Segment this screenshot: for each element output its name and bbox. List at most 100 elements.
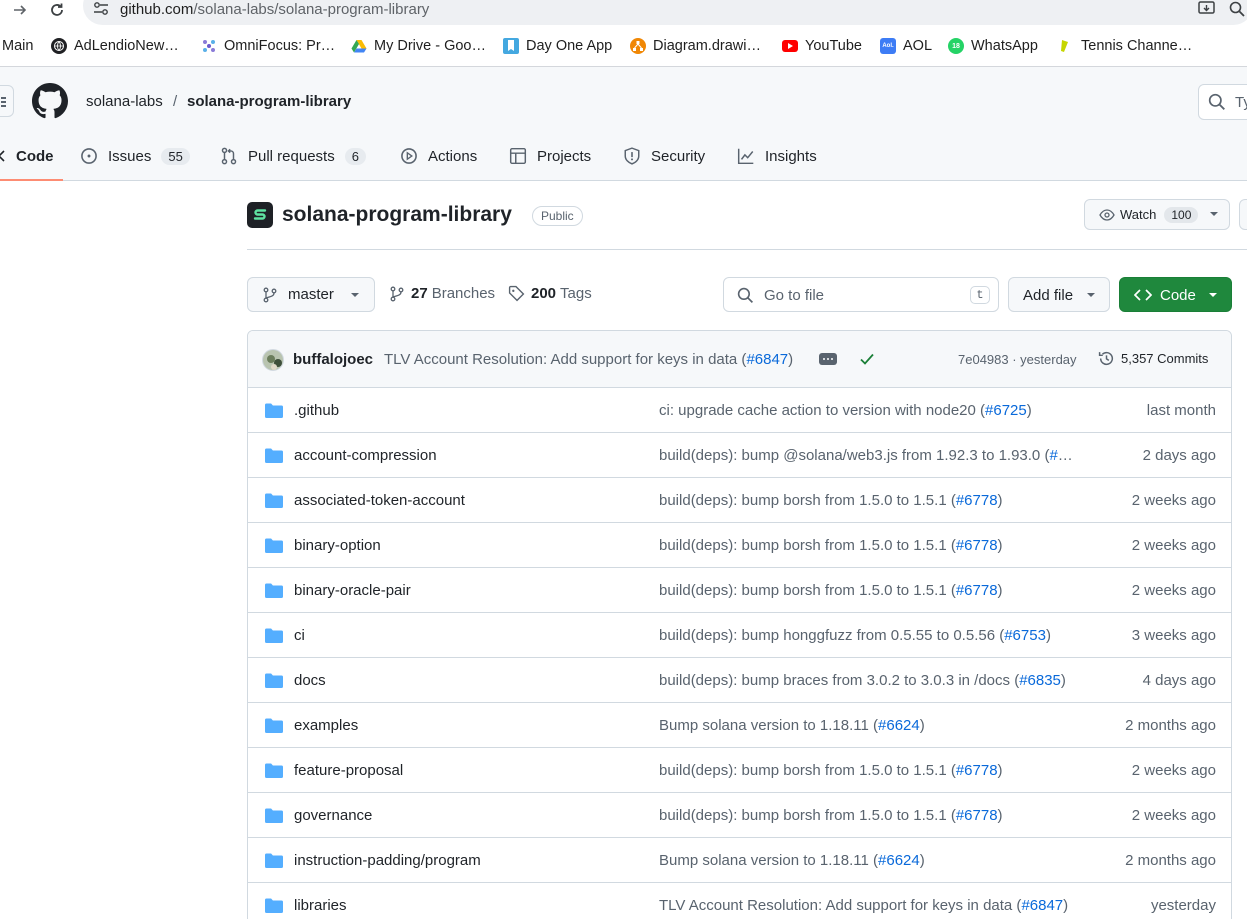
file-name[interactable]: binary-oracle-pair bbox=[294, 582, 411, 599]
file-commit-message[interactable]: ci: upgrade cache action to version with… bbox=[659, 402, 1032, 419]
commit-author[interactable]: buffalojoec bbox=[293, 351, 373, 368]
table-row[interactable]: account-compression build(deps): bump @s… bbox=[248, 433, 1231, 478]
site-settings-icon[interactable] bbox=[93, 2, 109, 16]
commit-expand-button[interactable] bbox=[819, 353, 837, 365]
avatar[interactable] bbox=[262, 349, 284, 371]
tags-link[interactable]: 200 Tags bbox=[508, 285, 592, 302]
file-commit-message[interactable]: build(deps): bump braces from 3.0.2 to 3… bbox=[659, 672, 1066, 689]
zoom-icon[interactable] bbox=[1229, 1, 1245, 17]
global-search[interactable]: Ty bbox=[1198, 84, 1247, 120]
bookmark-drawio[interactable]: Diagram.drawi… bbox=[630, 38, 761, 54]
go-to-file-input[interactable]: Go to file t bbox=[723, 277, 999, 312]
commit-sha[interactable]: 7e04983 · yesterday bbox=[958, 352, 1077, 367]
commits-link[interactable]: 5,357 Commits bbox=[1098, 350, 1208, 367]
bookmark-tennis-channel[interactable]: Tennis Channe… bbox=[1056, 38, 1192, 54]
file-pr-link[interactable]: #6624 bbox=[878, 852, 920, 869]
file-pr-link[interactable]: #6778 bbox=[956, 582, 998, 599]
table-row[interactable]: feature-proposal build(deps): bump borsh… bbox=[248, 748, 1231, 793]
check-icon[interactable] bbox=[859, 352, 875, 366]
file-commit-message[interactable]: build(deps): bump borsh from 1.5.0 to 1.… bbox=[659, 492, 1003, 509]
file-name[interactable]: examples bbox=[294, 717, 358, 734]
tab-insights[interactable]: Insights bbox=[737, 145, 817, 167]
file-pr-link[interactable]: #6835 bbox=[1019, 672, 1061, 689]
file-pr-link[interactable]: #6848 bbox=[1049, 447, 1077, 464]
branch-selector[interactable]: master bbox=[247, 277, 375, 312]
install-app-icon[interactable] bbox=[1198, 1, 1216, 17]
file-name[interactable]: feature-proposal bbox=[294, 762, 403, 779]
bookmark-label: AdLendioNew… bbox=[74, 38, 179, 54]
file-pr-link[interactable]: #6725 bbox=[985, 402, 1027, 419]
file-pr-link[interactable]: #6624 bbox=[878, 717, 920, 734]
file-pr-link[interactable]: #6847 bbox=[1021, 897, 1063, 914]
file-pr-link[interactable]: #6778 bbox=[956, 807, 998, 824]
file-name[interactable]: instruction-padding/program bbox=[294, 852, 481, 869]
tab-code[interactable]: Code bbox=[0, 145, 54, 167]
tab-pull-requests[interactable]: Pull requests 6 bbox=[220, 145, 366, 167]
bookmark-omnifocus[interactable]: OmniFocus: Pr… bbox=[201, 38, 335, 54]
file-commit-message[interactable]: build(deps): bump honggfuzz from 0.5.55 … bbox=[659, 627, 1051, 644]
bookmark-main[interactable]: Main bbox=[2, 38, 33, 54]
tab-actions[interactable]: Actions bbox=[400, 145, 477, 167]
url-text[interactable]: github.com/solana-labs/solana-program-li… bbox=[120, 0, 429, 19]
tab-security[interactable]: Security bbox=[623, 145, 705, 167]
bookmark-adlendio[interactable]: AdLendioNew… bbox=[51, 38, 179, 54]
watch-button[interactable]: Watch 100 bbox=[1084, 199, 1230, 230]
branches-link[interactable]: 27 Branches bbox=[389, 285, 495, 302]
repo-title[interactable]: solana-program-library bbox=[282, 203, 512, 227]
bookmark-aol[interactable]: Aol. AOL bbox=[880, 38, 932, 54]
reload-icon[interactable] bbox=[47, 0, 67, 20]
bookmark-my-drive[interactable]: My Drive - Goo… bbox=[351, 38, 486, 54]
file-name[interactable]: docs bbox=[294, 672, 326, 689]
file-name[interactable]: libraries bbox=[294, 897, 347, 914]
commit-message-text: TLV Account Resolution: Add support for … bbox=[384, 351, 747, 368]
breadcrumb-owner[interactable]: solana-labs bbox=[86, 93, 163, 110]
file-name[interactable]: associated-token-account bbox=[294, 492, 465, 509]
bookmark-label: Main bbox=[2, 38, 34, 54]
folder-icon bbox=[265, 538, 283, 553]
table-row[interactable]: governance build(deps): bump borsh from … bbox=[248, 793, 1231, 838]
file-commit-text: build(deps): bump borsh from 1.5.0 to 1.… bbox=[659, 492, 956, 509]
add-file-button[interactable]: Add file bbox=[1008, 277, 1110, 312]
github-logo-icon[interactable] bbox=[32, 83, 68, 119]
table-row[interactable]: instruction-padding/program Bump solana … bbox=[248, 838, 1231, 883]
tab-issues[interactable]: Issues 55 bbox=[80, 145, 190, 167]
file-commit-end: ) bbox=[1060, 672, 1066, 689]
table-row[interactable]: libraries TLV Account Resolution: Add su… bbox=[248, 883, 1231, 919]
file-pr-link[interactable]: #6778 bbox=[956, 762, 998, 779]
table-row[interactable]: ci build(deps): bump honggfuzz from 0.5.… bbox=[248, 613, 1231, 658]
bookmark-whatsapp[interactable]: 18 WhatsApp bbox=[948, 38, 1038, 54]
file-pr-link[interactable]: #6753 bbox=[1004, 627, 1046, 644]
commit-pr-link[interactable]: #6847 bbox=[746, 351, 788, 368]
file-commit-message[interactable]: build(deps): bump borsh from 1.5.0 to 1.… bbox=[659, 807, 1003, 824]
bookmark-youtube[interactable]: YouTube bbox=[782, 38, 862, 54]
code-button[interactable]: Code bbox=[1119, 277, 1232, 312]
table-row[interactable]: associated-token-account build(deps): bu… bbox=[248, 478, 1231, 523]
commit-message[interactable]: TLV Account Resolution: Add support for … bbox=[384, 351, 793, 368]
table-row[interactable]: examples Bump solana version to 1.18.11 … bbox=[248, 703, 1231, 748]
table-row[interactable]: .github ci: upgrade cache action to vers… bbox=[248, 388, 1231, 433]
table-row[interactable]: binary-option build(deps): bump borsh fr… bbox=[248, 523, 1231, 568]
forward-icon[interactable] bbox=[10, 0, 30, 20]
file-name[interactable]: account-compression bbox=[294, 447, 437, 464]
tab-projects[interactable]: Projects bbox=[509, 145, 591, 167]
breadcrumb-repo[interactable]: solana-program-library bbox=[187, 93, 351, 110]
fork-button[interactable] bbox=[1239, 199, 1247, 230]
bookmark-day-one[interactable]: Day One App bbox=[503, 38, 612, 54]
file-commit-message[interactable]: build(deps): bump borsh from 1.5.0 to 1.… bbox=[659, 762, 1003, 779]
file-name[interactable]: binary-option bbox=[294, 537, 381, 554]
file-commit-message[interactable]: build(deps): bump borsh from 1.5.0 to 1.… bbox=[659, 582, 1003, 599]
table-row[interactable]: binary-oracle-pair build(deps): bump bor… bbox=[248, 568, 1231, 613]
eye-icon bbox=[1099, 208, 1115, 222]
file-commit-message[interactable]: build(deps): bump borsh from 1.5.0 to 1.… bbox=[659, 537, 1003, 554]
file-commit-message[interactable]: Bump solana version to 1.18.11 (#6624) bbox=[659, 717, 925, 734]
menu-button[interactable] bbox=[0, 85, 14, 117]
file-name[interactable]: ci bbox=[294, 627, 305, 644]
file-commit-message[interactable]: Bump solana version to 1.18.11 (#6624) bbox=[659, 852, 925, 869]
file-commit-message[interactable]: TLV Account Resolution: Add support for … bbox=[659, 897, 1068, 914]
file-name[interactable]: governance bbox=[294, 807, 372, 824]
table-row[interactable]: docs build(deps): bump braces from 3.0.2… bbox=[248, 658, 1231, 703]
file-commit-message[interactable]: build(deps): bump @solana/web3.js from 1… bbox=[659, 447, 1077, 464]
file-name[interactable]: .github bbox=[294, 402, 339, 419]
file-pr-link[interactable]: #6778 bbox=[956, 492, 998, 509]
file-pr-link[interactable]: #6778 bbox=[956, 537, 998, 554]
